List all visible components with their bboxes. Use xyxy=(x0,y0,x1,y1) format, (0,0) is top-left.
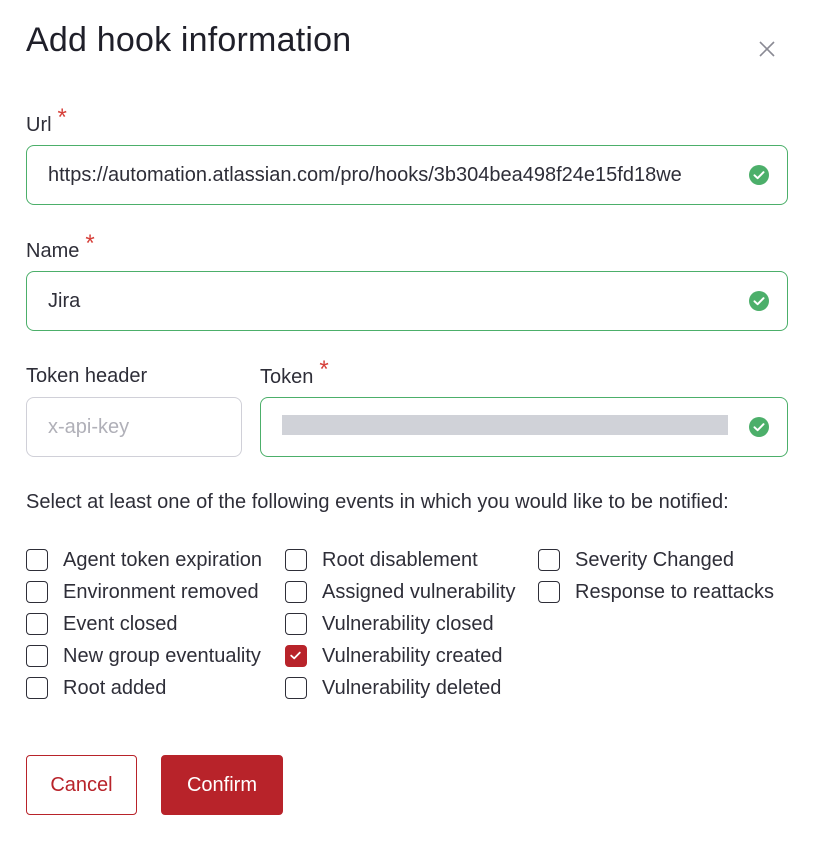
event-label: Agent token expiration xyxy=(63,549,263,571)
token-header-field[interactable]: x-api-key xyxy=(26,397,242,457)
url-field[interactable]: https://automation.atlassian.com/pro/hoo… xyxy=(26,145,788,205)
token-header-placeholder: x-api-key xyxy=(48,416,130,438)
event-checkbox-item[interactable]: New group eventuality xyxy=(26,643,261,669)
name-label: Name xyxy=(26,240,80,262)
checkbox[interactable] xyxy=(538,581,560,603)
checkmark-icon xyxy=(290,651,301,660)
dialog-title: Add hook information xyxy=(26,21,352,59)
event-label: Response to reattacks xyxy=(575,581,774,603)
name-label-row: Name * xyxy=(26,232,95,263)
name-input-value: Jira xyxy=(48,290,81,312)
required-asterisk: * xyxy=(57,104,67,131)
checkbox[interactable] xyxy=(26,581,48,603)
checkbox[interactable] xyxy=(285,677,307,699)
checkbox[interactable] xyxy=(26,645,48,667)
event-label: Vulnerability deleted xyxy=(322,677,502,699)
checkbox[interactable] xyxy=(285,613,307,635)
token-field[interactable] xyxy=(260,397,788,457)
checkbox[interactable] xyxy=(285,549,307,571)
token-label-row: Token * xyxy=(260,358,329,389)
checkbox[interactable] xyxy=(26,677,48,699)
event-checkbox-item[interactable]: Severity Changed xyxy=(538,547,734,573)
event-checkbox-item[interactable]: Response to reattacks xyxy=(538,579,774,605)
required-asterisk: * xyxy=(319,356,329,383)
url-label: Url xyxy=(26,114,52,136)
events-instructions: Select at least one of the following eve… xyxy=(26,491,729,513)
cancel-button[interactable]: Cancel xyxy=(26,755,137,815)
event-checkbox-item[interactable]: Environment removed xyxy=(26,579,259,605)
url-label-row: Url * xyxy=(26,106,67,137)
check-circle-icon xyxy=(749,291,769,311)
token-header-label: Token header xyxy=(26,365,148,387)
event-label: Event closed xyxy=(63,613,178,635)
required-asterisk: * xyxy=(85,230,95,257)
event-checkbox-item[interactable]: Agent token expiration xyxy=(26,547,262,573)
event-checkbox-item[interactable]: Root added xyxy=(26,675,166,701)
url-input-value: https://automation.atlassian.com/pro/hoo… xyxy=(48,164,682,186)
checkbox[interactable] xyxy=(26,549,48,571)
event-checkbox-item[interactable]: Vulnerability created xyxy=(285,643,502,669)
confirm-button[interactable]: Confirm xyxy=(161,755,283,815)
token-label: Token xyxy=(260,366,314,388)
checkbox[interactable] xyxy=(285,581,307,603)
name-field[interactable]: Jira xyxy=(26,271,788,331)
checkbox-checked[interactable] xyxy=(285,645,307,667)
check-circle-icon xyxy=(749,165,769,185)
event-checkbox-item[interactable]: Assigned vulnerability xyxy=(285,579,515,605)
event-checkbox-item[interactable]: Vulnerability closed xyxy=(285,611,494,637)
redacted-token-value xyxy=(282,415,728,435)
close-icon[interactable] xyxy=(755,37,779,61)
event-checkbox-item[interactable]: Root disablement xyxy=(285,547,478,573)
checkbox[interactable] xyxy=(538,549,560,571)
event-checkbox-item[interactable]: Vulnerability deleted xyxy=(285,675,501,701)
event-label: Vulnerability created xyxy=(322,645,503,667)
checkbox[interactable] xyxy=(26,613,48,635)
event-label: Severity Changed xyxy=(575,549,734,571)
event-label: Assigned vulnerability xyxy=(322,581,516,603)
event-label: New group eventuality xyxy=(63,645,261,667)
event-label: Environment removed xyxy=(63,581,259,603)
event-checkbox-item[interactable]: Event closed xyxy=(26,611,178,637)
event-label: Vulnerability closed xyxy=(322,613,494,635)
check-circle-icon xyxy=(749,417,769,437)
event-label: Root disablement xyxy=(322,549,478,571)
event-label: Root added xyxy=(63,677,167,699)
